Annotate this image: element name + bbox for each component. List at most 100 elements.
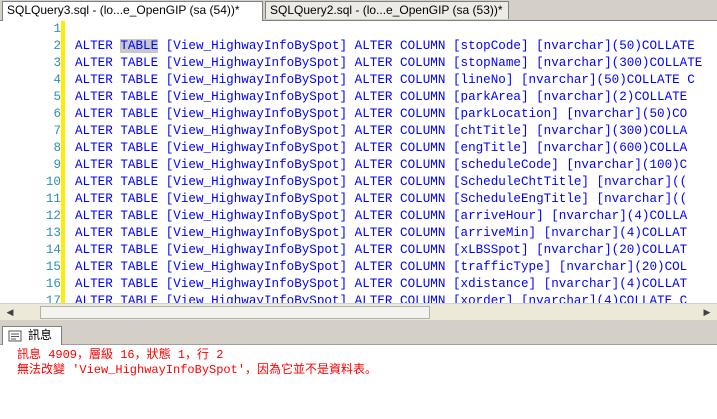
keyword-alter: ALTER: [75, 56, 113, 70]
object-name: [View_HighwayInfoBySpot]: [165, 124, 348, 138]
keyword-table: TABLE: [120, 192, 159, 206]
object-name: [View_HighwayInfoBySpot]: [165, 277, 348, 291]
results-tab-strip: 訊息: [0, 324, 717, 345]
object-name: [View_HighwayInfoBySpot]: [165, 243, 348, 257]
code-line[interactable]: ALTER TABLE [View_HighwayInfoBySpot] ALT…: [75, 276, 687, 293]
query-editor[interactable]: 1 2 ALTER TABLE [View_HighwayInfoBySpot] A…: [0, 21, 717, 303]
object-name: [View_HighwayInfoBySpot]: [165, 226, 348, 240]
keyword-alter: ALTER: [75, 243, 113, 257]
keyword-alter: ALTER: [354, 175, 393, 189]
tab-sqlquery2[interactable]: SQLQuery2.sql - (lo...e_OpenGIP (sa (53)…: [265, 1, 509, 19]
line-number: 13: [45, 226, 61, 240]
keyword-column: COLUMN: [400, 158, 446, 172]
line-number: 4: [53, 73, 61, 87]
keyword-column: COLUMN: [400, 192, 446, 206]
column-definition: [arriveHour] [nvarchar](4)COLLA: [452, 209, 688, 223]
tab-sqlquery3[interactable]: SQLQuery3.sql - (lo...e_OpenGIP (sa (54)…: [2, 1, 263, 21]
keyword-alter: ALTER: [75, 209, 113, 223]
object-name: [View_HighwayInfoBySpot]: [165, 192, 348, 206]
line-number: 6: [53, 107, 61, 121]
keyword-alter: ALTER: [75, 192, 113, 206]
line-number: 15: [45, 260, 61, 274]
keyword-table: TABLE: [120, 277, 159, 291]
keyword-column: COLUMN: [400, 226, 446, 240]
keyword-column: COLUMN: [400, 260, 446, 274]
keyword-column: COLUMN: [400, 73, 446, 87]
object-name: [View_HighwayInfoBySpot]: [165, 260, 348, 274]
line-number: 7: [53, 124, 61, 138]
keyword-alter: ALTER: [75, 73, 113, 87]
keyword-table: TABLE: [120, 226, 159, 240]
keyword-alter: ALTER: [354, 192, 393, 206]
keyword-alter: ALTER: [75, 158, 113, 172]
code-line[interactable]: ALTER TABLE [View_HighwayInfoBySpot] ALT…: [75, 174, 687, 191]
object-name: [View_HighwayInfoBySpot]: [165, 175, 348, 189]
scroll-right-icon[interactable]: ▶: [699, 305, 715, 320]
keyword-alter: ALTER: [354, 243, 393, 257]
line-number: 10: [45, 175, 61, 189]
line-number: 5: [53, 90, 61, 104]
keyword-alter: ALTER: [75, 175, 113, 189]
column-definition: [xLBSSpot] [nvarchar](20)COLLAT: [452, 243, 688, 257]
scrollbar-thumb[interactable]: [40, 306, 430, 319]
code-line[interactable]: ALTER TABLE [View_HighwayInfoBySpot] ALT…: [75, 89, 687, 106]
keyword-column: COLUMN: [400, 277, 446, 291]
keyword-alter: ALTER: [354, 90, 393, 104]
messages-pane[interactable]: 訊息 4909，層級 16，狀態 1，行 2 無法改變 'View_Highwa…: [0, 345, 717, 419]
scroll-left-icon[interactable]: ◀: [2, 305, 18, 320]
column-definition: [parkLocation] [nvarchar](50)CO: [452, 107, 688, 121]
column-definition: [engTitle] [nvarchar](600)COLLA: [452, 141, 688, 155]
keyword-alter: ALTER: [75, 294, 113, 303]
code-line[interactable]: ALTER TABLE [View_HighwayInfoBySpot] ALT…: [75, 259, 687, 276]
column-definition: [stopCode] [nvarchar](50)COLLATE: [452, 39, 695, 53]
column-definition: [parkArea] [nvarchar](2)COLLATE: [452, 90, 688, 104]
line-number: 2: [53, 39, 61, 53]
keyword-column: COLUMN: [400, 294, 446, 303]
object-name: [View_HighwayInfoBySpot]: [165, 158, 348, 172]
code-line[interactable]: ALTER TABLE [View_HighwayInfoBySpot] ALT…: [75, 293, 687, 303]
code-line[interactable]: ALTER TABLE [View_HighwayInfoBySpot] ALT…: [75, 225, 687, 242]
object-name: [View_HighwayInfoBySpot]: [165, 90, 348, 104]
keyword-column: COLUMN: [400, 175, 446, 189]
code-line[interactable]: ALTER TABLE [View_HighwayInfoBySpot] ALT…: [75, 140, 687, 157]
code-line[interactable]: ALTER TABLE [View_HighwayInfoBySpot] ALT…: [75, 72, 695, 89]
object-name: [View_HighwayInfoBySpot]: [165, 209, 348, 223]
keyword-column: COLUMN: [400, 243, 446, 257]
tab-messages-label: 訊息: [28, 328, 53, 342]
code-line[interactable]: ALTER TABLE [View_HighwayInfoBySpot] ALT…: [75, 191, 687, 208]
keyword-alter: ALTER: [75, 39, 113, 53]
line-number: 8: [53, 141, 61, 155]
keyword-table: TABLE: [120, 90, 159, 104]
tab-messages[interactable]: 訊息: [2, 326, 62, 345]
code-line[interactable]: ALTER TABLE [View_HighwayInfoBySpot] ALT…: [75, 123, 687, 140]
code-line[interactable]: ALTER TABLE [View_HighwayInfoBySpot] ALT…: [75, 157, 687, 174]
keyword-table: TABLE: [120, 39, 159, 53]
keyword-table: TABLE: [120, 175, 159, 189]
keyword-column: COLUMN: [400, 56, 446, 70]
keyword-alter: ALTER: [354, 294, 393, 303]
code-line[interactable]: ALTER TABLE [View_HighwayInfoBySpot] ALT…: [75, 55, 702, 72]
keyword-table: TABLE: [120, 294, 159, 303]
code-line[interactable]: ALTER TABLE [View_HighwayInfoBySpot] ALT…: [75, 106, 687, 123]
keyword-alter: ALTER: [354, 209, 393, 223]
line-number: 9: [53, 158, 61, 172]
tab-label: SQLQuery3.sql - (lo...e_OpenGIP (sa (54)…: [7, 3, 240, 17]
horizontal-scrollbar[interactable]: ◀ ▶: [0, 303, 717, 321]
column-definition: [xorder] [nvarchar](4)COLLATE C: [452, 294, 688, 303]
editor-margin: [0, 21, 18, 303]
keyword-table: TABLE: [120, 260, 159, 274]
keyword-alter: ALTER: [354, 277, 393, 291]
object-name: [View_HighwayInfoBySpot]: [165, 56, 348, 70]
keyword-table: TABLE: [120, 209, 159, 223]
line-number: 3: [53, 56, 61, 70]
keyword-alter: ALTER: [75, 107, 113, 121]
line-number: 11: [45, 192, 61, 206]
column-definition: [trafficType] [nvarchar](20)COL: [452, 260, 688, 274]
keyword-table: TABLE: [120, 124, 159, 138]
code-line[interactable]: ALTER TABLE [View_HighwayInfoBySpot] ALT…: [75, 38, 695, 55]
keyword-column: COLUMN: [400, 124, 446, 138]
code-line[interactable]: ALTER TABLE [View_HighwayInfoBySpot] ALT…: [75, 242, 687, 259]
line-number: 14: [45, 243, 61, 257]
code-line[interactable]: ALTER TABLE [View_HighwayInfoBySpot] ALT…: [75, 208, 687, 225]
error-message-text: 無法改變 'View_HighwayInfoBySpot'，因為它並不是資料表。: [17, 363, 378, 377]
